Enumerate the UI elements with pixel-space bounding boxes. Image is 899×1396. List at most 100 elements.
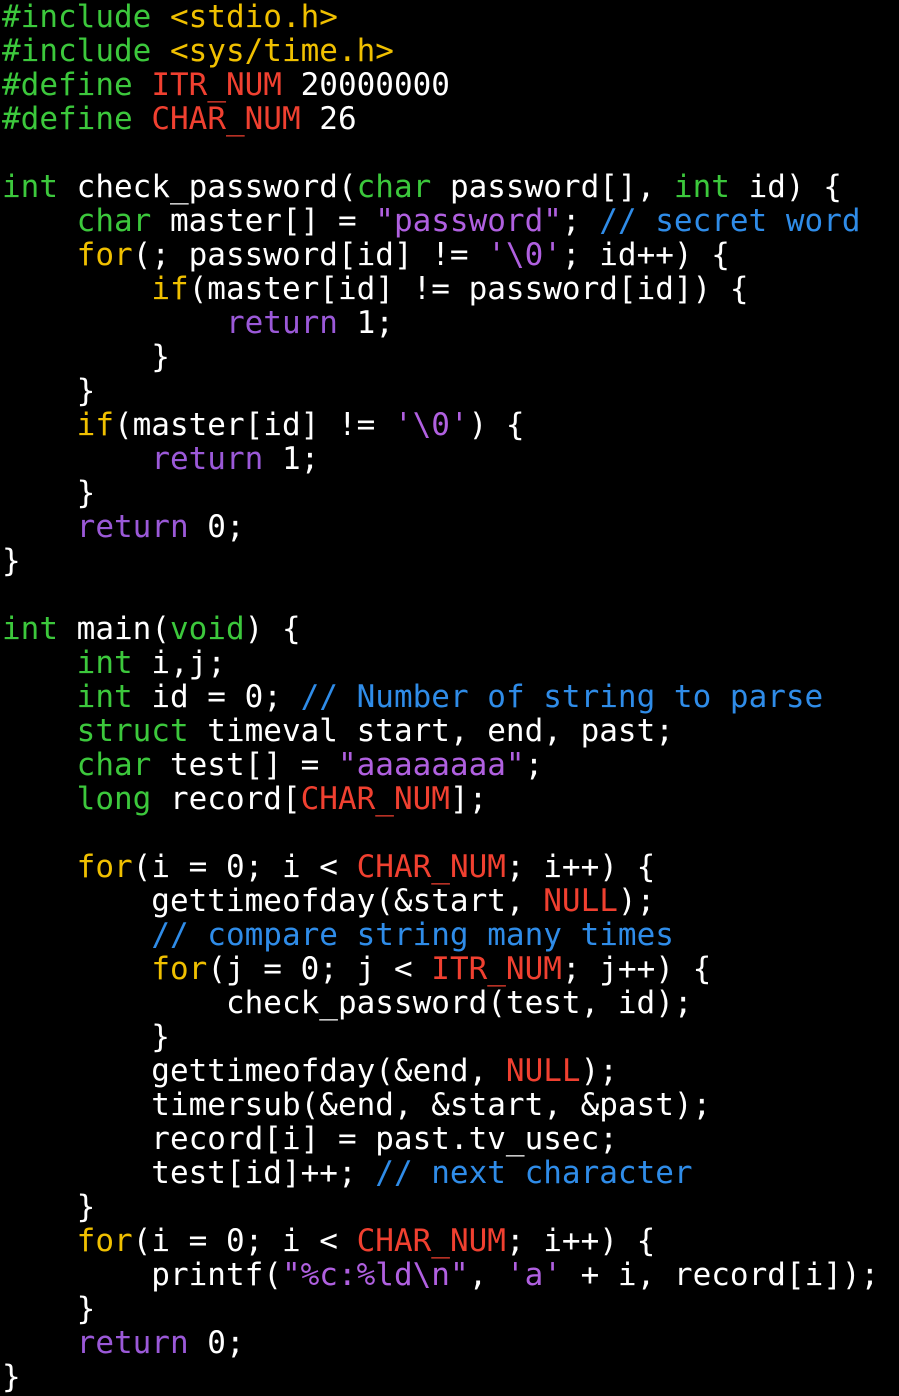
code-token-plain: } (2, 339, 170, 375)
code-line: return 0; (2, 1326, 899, 1360)
code-token-plain: 0; (188, 1325, 245, 1361)
code-token-plain: 1; (263, 441, 320, 477)
code-token-plain: ; j++) { (561, 951, 712, 987)
code-token-str: '\0' (487, 237, 562, 273)
code-token-type: int (2, 611, 58, 647)
code-token-ret: return (151, 441, 264, 477)
code-token-kw: for (76, 1223, 133, 1259)
code-line: for(j = 0; j < ITR_NUM; j++) { (2, 952, 899, 986)
code-token-macro: ITR_NUM (151, 67, 282, 103)
code-token-plain: 20000000 (281, 67, 450, 103)
code-token-plain: + i, record[i]); (561, 1257, 880, 1293)
code-token-plain: (; password[id] != (132, 237, 488, 273)
code-token-plain: ) { (468, 407, 525, 443)
code-token-str: "%c:%ld\n" (281, 1257, 469, 1293)
code-line: #define CHAR_NUM 26 (2, 102, 899, 136)
code-token-comment: // next character (375, 1155, 693, 1191)
code-token-plain: password[], (431, 169, 674, 205)
code-token-plain: timeval start, end, past; (188, 713, 674, 749)
code-token-plain: 0; (188, 509, 245, 545)
code-token-ret: return (225, 305, 338, 341)
code-line: char test[] = "aaaaaaaa"; (2, 748, 899, 782)
code-line: printf("%c:%ld\n", 'a' + i, record[i]); (2, 1258, 899, 1292)
code-line: } (2, 1292, 899, 1326)
code-token-plain: gettimeofday(&start, (2, 883, 544, 919)
code-line: for(; password[id] != '\0'; id++) { (2, 238, 899, 272)
code-token-type: int (76, 645, 133, 681)
code-token-plain: ; i++) { (505, 1223, 656, 1259)
code-token-macro: ITR_NUM (431, 951, 562, 987)
code-token-plain: (master[id] != (113, 407, 394, 443)
code-line: } (2, 476, 899, 510)
code-line: long record[CHAR_NUM]; (2, 782, 899, 816)
code-token-type: char (356, 169, 432, 205)
code-token-plain: (j = 0; j < (207, 951, 432, 987)
code-token-plain: } (2, 1189, 96, 1225)
code-token-plain: test[id]++; (2, 1155, 376, 1191)
code-token-plain: check_password(test, id); (2, 985, 693, 1021)
code-line: ​ (2, 578, 899, 612)
code-token-pre: #include (2, 33, 152, 69)
code-token-plain: timersub(&end, &start, &past); (2, 1087, 712, 1123)
code-token-type: long (76, 781, 152, 817)
code-line: } (2, 1190, 899, 1224)
code-line: // compare string many times (2, 918, 899, 952)
code-token-plain: ]; (449, 781, 488, 817)
code-token-plain: , (468, 1257, 506, 1293)
code-token-macro: NULL (543, 883, 618, 919)
code-line: #include <sys/time.h> (2, 34, 899, 68)
code-token-plain: gettimeofday(&end, (2, 1053, 506, 1089)
code-line: for(i = 0; i < CHAR_NUM; i++) { (2, 850, 899, 884)
code-editor[interactable]: #include <stdio.h> #include <sys/time.h> #… (0, 0, 899, 1396)
code-token-kw: for (76, 237, 133, 273)
code-line: return 0; (2, 510, 899, 544)
code-token-macro: CHAR_NUM (300, 781, 450, 817)
code-token-plain: main( (58, 611, 170, 647)
code-token-macro: CHAR_NUM (356, 849, 506, 885)
code-token-plain: 1; (337, 305, 394, 341)
code-token-plain: } (2, 543, 21, 579)
code-line: ​ (2, 816, 899, 850)
code-line: int id = 0; // Number of string to parse (2, 680, 899, 714)
code-token-plain: ); (617, 883, 656, 919)
code-line: record[i] = past.tv_usec; (2, 1122, 899, 1156)
code-token-plain: (i = 0; i < (132, 1223, 357, 1259)
code-line: #include <stdio.h> (2, 0, 899, 34)
code-token-macro: NULL (505, 1053, 581, 1089)
code-line: test[id]++; // next character (2, 1156, 899, 1190)
code-line: } (2, 1020, 899, 1054)
code-line: char master[] = "password"; // secret wo… (2, 204, 899, 238)
code-token-plain: 26 (300, 101, 357, 137)
code-token-pre: #define (2, 101, 133, 137)
code-line: timersub(&end, &start, &past); (2, 1088, 899, 1122)
code-token-plain: ); (580, 1053, 618, 1089)
code-token-comment: // secret word (599, 203, 861, 239)
code-token-plain: ) { (244, 611, 301, 647)
code-line: } (2, 544, 899, 578)
code-token-plain: i,j; (132, 645, 226, 681)
code-token-plain: } (2, 1359, 21, 1395)
code-token-plain: record[ (151, 781, 301, 817)
code-line: if(master[id] != '\0') { (2, 408, 899, 442)
code-token-pre: #define (2, 67, 133, 103)
code-line: struct timeval start, end, past; (2, 714, 899, 748)
code-line: } (2, 374, 899, 408)
code-token-str: "password" (375, 203, 562, 239)
code-token-kw: if (151, 271, 189, 307)
code-token-kw: for (151, 951, 208, 987)
